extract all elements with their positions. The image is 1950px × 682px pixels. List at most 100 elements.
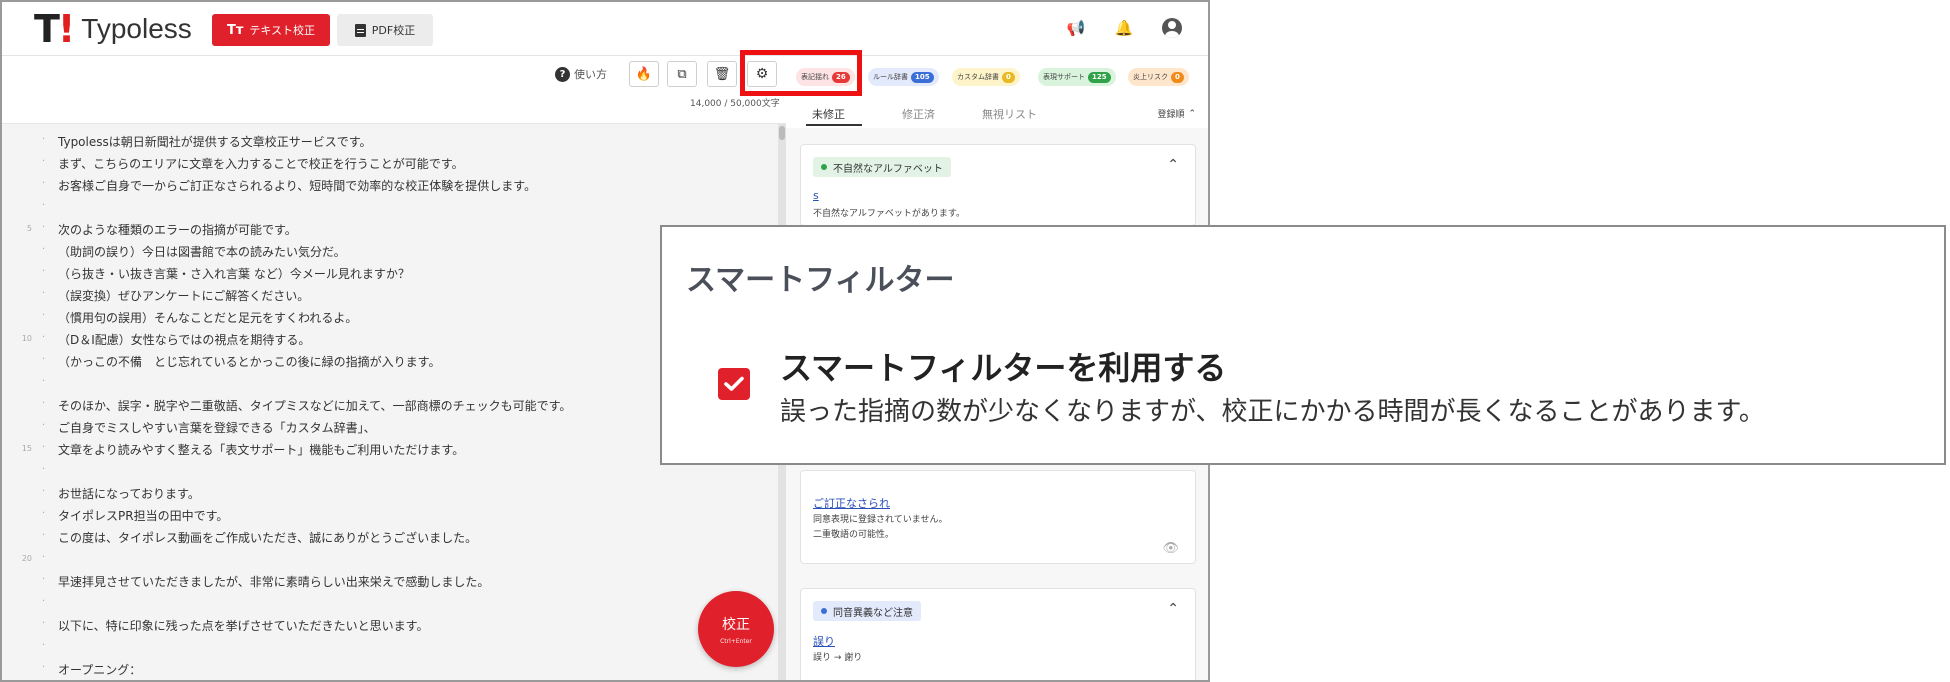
line-marker: · bbox=[42, 376, 46, 387]
line-marker: · bbox=[42, 552, 46, 563]
card-word[interactable]: 誤り bbox=[813, 633, 835, 649]
text-proof-button[interactable]: Tт テキスト校正 bbox=[212, 14, 330, 46]
chip-inconsistency[interactable]: 表記揺れ 26 bbox=[796, 68, 855, 86]
chip-label: 炎上リスク bbox=[1133, 73, 1168, 81]
line-marker: · bbox=[42, 310, 46, 321]
smart-filter-callout: スマートフィルター スマートフィルターを利用する 誤った指摘の数が少なくなります… bbox=[660, 225, 1946, 465]
editor-line[interactable]: · （慣用句の誤用）そんなことだと足元をすくわれるよ。 bbox=[2, 308, 772, 330]
copy-icon[interactable]: ⧉ bbox=[667, 61, 697, 87]
chip-rule-dictionary[interactable]: ルール辞書 105 bbox=[868, 68, 939, 86]
line-marker: · bbox=[42, 486, 46, 497]
editor-scroll-thumb[interactable] bbox=[779, 126, 785, 140]
line-marker: · bbox=[42, 574, 46, 585]
editor-line[interactable]: · まず、こちらのエリアに文章を入力することで校正を行うことが可能です。 bbox=[2, 154, 772, 176]
line-text: （かっこの不備 とじ忘れているとかっこの後に緑の指摘が入ります。 bbox=[58, 355, 441, 369]
editor-line[interactable]: · bbox=[2, 638, 772, 660]
editor-line[interactable]: · （ら抜き・い抜き言葉・さ入れ言葉 など）今メール見れますか？ bbox=[2, 264, 772, 286]
line-marker: · bbox=[42, 662, 46, 673]
logo[interactable]: T! Typoless bbox=[34, 7, 192, 51]
editor-line[interactable]: · お世話になっております。 bbox=[2, 484, 772, 506]
line-text: 次のような種類のエラーの指摘が可能です。 bbox=[58, 223, 297, 237]
help-link[interactable]: ? 使い方 bbox=[555, 66, 607, 82]
editor-line[interactable]: · bbox=[2, 462, 772, 484]
card-category: 同音異義など注意 bbox=[813, 601, 921, 621]
line-marker: · bbox=[42, 596, 46, 607]
text-proof-label: テキスト校正 bbox=[249, 24, 316, 37]
editor-line[interactable]: · （かっこの不備 とじ忘れているとかっこの後に緑の指摘が入ります。 bbox=[2, 352, 772, 374]
notification-bell-icon[interactable]: 🔔 bbox=[1114, 18, 1134, 38]
suggestion-card[interactable]: 不自然なアルファベット ⌃ s 不自然なアルファベットがあります。 bbox=[800, 144, 1196, 226]
card-word[interactable]: ご訂正なさられ bbox=[813, 495, 890, 511]
suggestion-card[interactable]: 同音異義など注意 ⌃ 誤り 誤り → 謝り bbox=[800, 588, 1196, 680]
editor-line[interactable]: · そのほか、誤字・脱字や二重敬語、タイプミスなどに加えて、一部商標のチェックも可… bbox=[2, 396, 772, 418]
proofread-button[interactable]: 校正 Ctrl+Enter bbox=[698, 591, 774, 667]
line-text: お世話になっております。 bbox=[58, 487, 200, 501]
suggestion-card[interactable]: ご訂正なさられ 同意表現に登録されていません。 二重敬語の可能性。 👁 bbox=[800, 470, 1196, 564]
card-category-label: 不自然なアルファベット bbox=[833, 163, 943, 175]
logo-text: Typoless bbox=[81, 13, 192, 44]
chip-count: 26 bbox=[832, 71, 850, 83]
line-text: オープニング： bbox=[58, 663, 142, 677]
line-text: （ら抜き・い抜き言葉・さ入れ言葉 など）今メール見れますか？ bbox=[58, 267, 410, 281]
editor-line[interactable]: · bbox=[2, 594, 772, 616]
chevron-up-icon[interactable]: ⌃ bbox=[1167, 601, 1179, 617]
editor-line[interactable]: · オープニング： bbox=[2, 660, 772, 680]
tab-unfixed[interactable]: 未修正 bbox=[812, 106, 845, 122]
editor-line[interactable]: 15 · 文章をより読みやすく整える「表文サポート」機能もご利用いただけます。 bbox=[2, 440, 772, 462]
editor-line[interactable]: · 以下に、特に印象に残った点を挙げさせていただきたいと思います。 bbox=[2, 616, 772, 638]
editor-line[interactable]: · ご自身でミスしやすい言葉を登録できる「カスタム辞書」、 bbox=[2, 418, 772, 440]
pdf-proof-button[interactable]: PDF校正 bbox=[337, 14, 433, 46]
smart-filter-checkbox[interactable] bbox=[718, 368, 750, 400]
top-icons: 📢 🔔 bbox=[1066, 18, 1182, 38]
editor-line[interactable]: · （誤変換）ぜひアンケートにご解答ください。 bbox=[2, 286, 772, 308]
sort-dropdown[interactable]: 登録順 ⌃ bbox=[1157, 107, 1196, 121]
eye-slash-icon[interactable]: 👁 bbox=[1162, 541, 1179, 556]
chevron-up-icon: ⌃ bbox=[1188, 108, 1196, 119]
line-text: （助詞の誤り）今日は図書館で本の読みたい気分だ。 bbox=[58, 245, 346, 259]
line-marker: · bbox=[42, 244, 46, 255]
chip-count: 0 bbox=[1171, 71, 1184, 83]
editor-line[interactable]: · タイポレスPR担当の田中です。 bbox=[2, 506, 772, 528]
line-text: （慣用句の誤用）そんなことだと足元をすくわれるよ。 bbox=[58, 311, 358, 325]
active-tab-indicator bbox=[806, 124, 862, 126]
line-marker: · bbox=[42, 420, 46, 431]
card-description: 同意表現に登録されていません。 二重敬語の可能性。 bbox=[813, 515, 948, 540]
line-text: お客様ご自身で一からご訂正なさられるより、短時間で効率的な校正体験を提供します。 bbox=[58, 179, 537, 193]
tab-ignore-list[interactable]: 無視リスト bbox=[982, 106, 1037, 122]
line-text: この度は、タイポレス動画をご作成いただき、誠にありがとうございました。 bbox=[58, 531, 478, 545]
editor-line[interactable]: · Typolessは朝日新聞社が提供する文章校正サービスです。 bbox=[2, 132, 772, 154]
editor-line[interactable]: · bbox=[2, 198, 772, 220]
sort-label: 登録順 bbox=[1157, 110, 1185, 120]
character-count: 14,000 / 50,000文字 bbox=[690, 99, 780, 109]
editor-line[interactable]: 5 · 次のような種類のエラーの指摘が可能です。 bbox=[2, 220, 772, 242]
line-marker: · bbox=[42, 464, 46, 475]
line-number: 15 bbox=[21, 444, 32, 453]
editor-line[interactable]: 20 · bbox=[2, 550, 772, 572]
card-word[interactable]: s bbox=[813, 189, 819, 202]
chevron-up-icon[interactable]: ⌃ bbox=[1167, 157, 1179, 173]
chip-expression-support[interactable]: 表現サポート 125 bbox=[1038, 68, 1116, 86]
line-marker: · bbox=[42, 508, 46, 519]
editor-line[interactable]: · お客様ご自身で一からご訂正なさられるより、短時間で効率的な校正体験を提供します… bbox=[2, 176, 772, 198]
chip-label: カスタム辞書 bbox=[957, 73, 999, 81]
editor-line[interactable]: · この度は、タイポレス動画をご作成いただき、誠にありがとうございました。 bbox=[2, 528, 772, 550]
category-dot bbox=[821, 608, 827, 614]
fire-icon[interactable]: 🔥 bbox=[629, 61, 659, 87]
chip-custom-dictionary[interactable]: カスタム辞書 0 bbox=[952, 68, 1020, 86]
editor-line[interactable]: 10 · （D＆I配慮）女性ならではの視点を期待する。 bbox=[2, 330, 772, 352]
editor-line[interactable]: · 早速拝見させていただきましたが、非常に素晴らしい出来栄えで感動しました。 bbox=[2, 572, 772, 594]
smart-filter-label: スマートフィルターを利用する bbox=[780, 349, 1227, 387]
trash-icon[interactable]: 🗑 bbox=[707, 61, 737, 87]
checkmark-icon bbox=[724, 376, 744, 391]
line-marker: · bbox=[42, 200, 46, 211]
line-text: 以下に、特に印象に残った点を挙げさせていただきたいと思います。 bbox=[58, 619, 429, 633]
megaphone-icon[interactable]: 📢 bbox=[1066, 18, 1086, 38]
chip-count: 0 bbox=[1002, 71, 1015, 83]
logo-mark: T! bbox=[34, 7, 75, 51]
editor-line[interactable]: · bbox=[2, 374, 772, 396]
user-avatar-icon[interactable] bbox=[1162, 18, 1182, 38]
chip-flame-risk[interactable]: 炎上リスク 0 bbox=[1128, 68, 1189, 86]
line-marker: · bbox=[42, 332, 46, 343]
editor-line[interactable]: · （助詞の誤り）今日は図書館で本の読みたい気分だ。 bbox=[2, 242, 772, 264]
tab-fixed[interactable]: 修正済 bbox=[902, 106, 935, 122]
